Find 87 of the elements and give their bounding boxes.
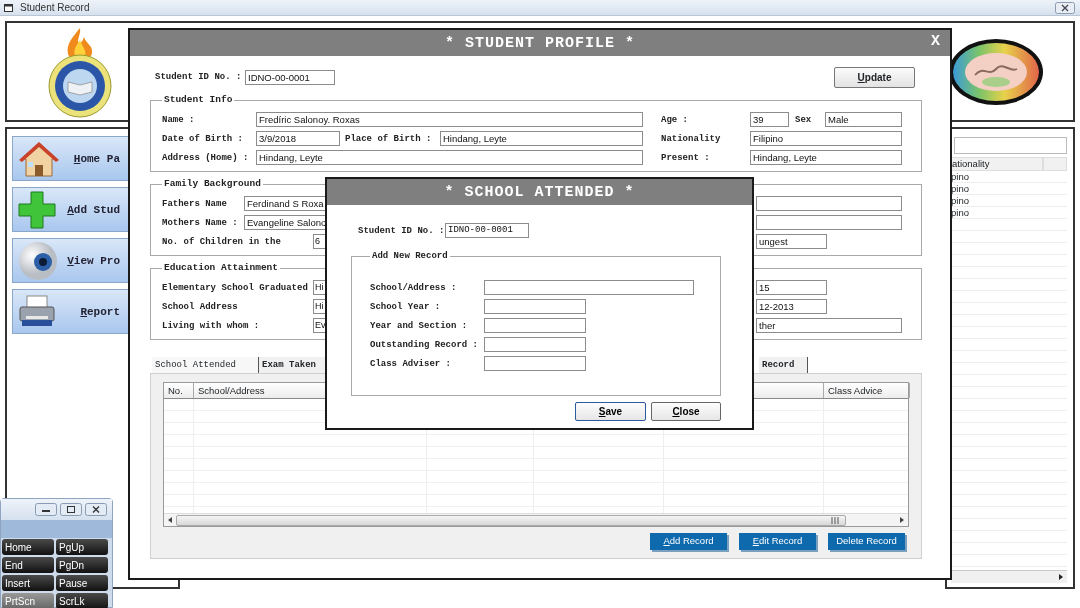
- group-label: Add New Record: [371, 250, 449, 262]
- close-button[interactable]: Close: [651, 402, 721, 421]
- field-label: Outstanding Record :: [370, 339, 480, 350]
- maximize-icon: [60, 503, 82, 516]
- input-field[interactable]: IDNO-00-0001: [245, 69, 335, 85]
- record-button[interactable]: Add Record: [650, 533, 727, 550]
- dialog-title: * STUDENT PROFILE *: [445, 34, 635, 52]
- update-button[interactable]: Update: [834, 66, 915, 88]
- save-button[interactable]: Save: [575, 402, 646, 421]
- search-field[interactable]: [954, 137, 1067, 154]
- table-cell-text: pino: [951, 171, 970, 183]
- horizontal-scrollbar[interactable]: [164, 513, 908, 526]
- input-field[interactable]: 3/9/2018: [256, 131, 340, 146]
- column-header[interactable]: Class Advice: [824, 383, 910, 398]
- input-field[interactable]: [756, 196, 902, 211]
- keyboard-key[interactable]: PgDn: [56, 557, 108, 573]
- tab[interactable]: Exam Taken: [259, 357, 327, 373]
- tab[interactable]: School Attended: [152, 357, 259, 373]
- minimize-icon: [35, 503, 57, 516]
- keyboard-key[interactable]: PrtScn: [2, 593, 54, 608]
- eye-icon: [17, 239, 59, 282]
- input-field[interactable]: Hindang, Leyte: [256, 150, 643, 165]
- close-button[interactable]: X: [931, 33, 940, 50]
- dialog-title: * SCHOOL ATTENDED *: [444, 183, 635, 201]
- input-field[interactable]: Male: [825, 112, 902, 127]
- record-button[interactable]: Edit Record: [739, 533, 816, 550]
- input-field[interactable]: [484, 280, 694, 295]
- input-field[interactable]: [484, 318, 586, 333]
- input-field[interactable]: Hindang, Leyte: [440, 131, 643, 146]
- window-title: Student Record: [20, 1, 90, 15]
- table-cell-text: pino: [951, 183, 970, 195]
- field-label: Living with whom :: [162, 320, 261, 331]
- field-label: Nationality: [661, 133, 722, 144]
- table-cell-text: pino: [951, 195, 970, 207]
- keyboard-key[interactable]: Insert: [2, 575, 54, 591]
- field-label: No. of Children in the: [162, 236, 282, 247]
- field-label: School/Address :: [370, 282, 458, 293]
- field-label: Student ID No. :: [357, 225, 445, 236]
- field-label: Address (Home) :: [162, 152, 250, 163]
- input-field[interactable]: [484, 299, 586, 314]
- input-field[interactable]: 15: [756, 280, 827, 295]
- record-button[interactable]: Delete Record: [828, 533, 905, 550]
- input-field[interactable]: ungest: [756, 234, 827, 249]
- close-icon: [85, 503, 107, 516]
- field-label: Date of Birth :: [162, 133, 244, 144]
- input-field[interactable]: 12-2013: [756, 299, 827, 314]
- input-field[interactable]: ther: [756, 318, 902, 333]
- horizontal-scrollbar[interactable]: [951, 570, 1067, 583]
- input-field[interactable]: Fredíric Salonoy. Roxas: [256, 112, 643, 127]
- input-field[interactable]: IDNO-00-0001: [445, 223, 529, 238]
- field-label: Year and Section :: [370, 320, 469, 331]
- input-field[interactable]: 39: [750, 112, 789, 127]
- keyboard-key[interactable]: ScrLk: [56, 593, 108, 608]
- input-field[interactable]: Hindang, Leyte: [750, 150, 902, 165]
- column-header[interactable]: ationality: [951, 157, 1043, 171]
- scrollbar-thumb[interactable]: [176, 514, 846, 526]
- field-label: School Year :: [370, 301, 442, 312]
- tab[interactable]: Record: [759, 357, 808, 373]
- field-label: Student ID No. :: [154, 72, 243, 82]
- input-field[interactable]: [484, 356, 586, 371]
- input-field[interactable]: [484, 337, 586, 352]
- field-label: School Address: [162, 301, 239, 312]
- field-label: Elementary School Graduated: [162, 282, 309, 293]
- table-cell-text: pino: [951, 207, 970, 219]
- field-label: Name :: [162, 114, 196, 125]
- keyboard-key[interactable]: End: [2, 557, 54, 573]
- field-label: Mothers Name :: [162, 217, 239, 228]
- keyboard-key[interactable]: Home: [2, 539, 54, 555]
- field-label: Sex: [794, 114, 813, 125]
- plus-icon: [17, 189, 57, 230]
- window-icon: [4, 2, 14, 13]
- field-label: Fathers Name: [162, 198, 228, 209]
- input-field[interactable]: Ferdinand S Roxa: [244, 196, 328, 211]
- group-label: Student Info: [163, 94, 234, 106]
- keyboard-key[interactable]: PgUp: [56, 539, 108, 555]
- field-label: Place of Birth :: [344, 133, 433, 144]
- column-header[interactable]: No.: [164, 383, 194, 398]
- group-label: Family Background: [163, 178, 262, 190]
- input-field[interactable]: [756, 215, 902, 230]
- input-field[interactable]: Filipino: [750, 131, 902, 146]
- close-icon[interactable]: [1055, 1, 1075, 14]
- field-label: Class Adviser :: [370, 358, 452, 369]
- keyboard-key[interactable]: Pause: [56, 575, 108, 591]
- field-label: Present :: [661, 152, 711, 163]
- group-label: Education Attainment: [163, 262, 280, 274]
- grip-icon: [831, 516, 839, 524]
- field-label: Age :: [661, 114, 689, 125]
